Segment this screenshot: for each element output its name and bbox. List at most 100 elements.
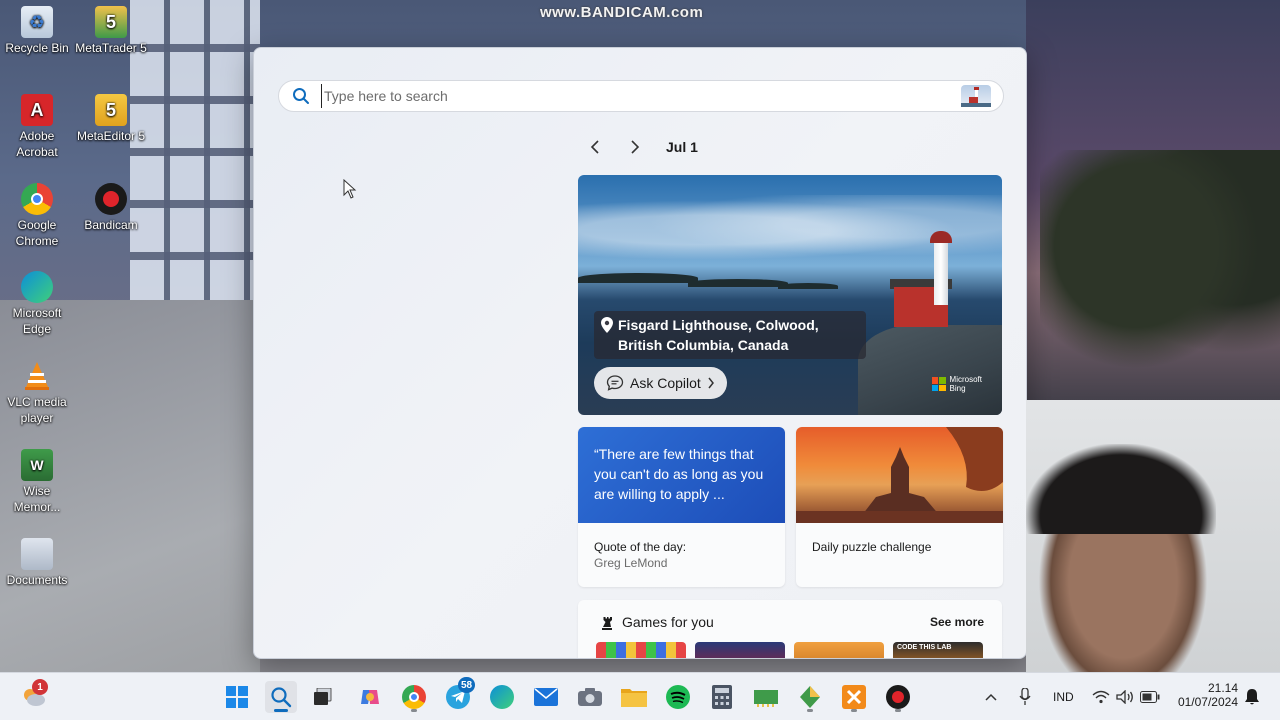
chrome-icon [21,183,53,215]
start-button[interactable] [221,681,253,713]
taskbar-camera[interactable] [574,681,606,713]
current-date: Jul 1 [666,139,698,155]
volume-icon [1116,690,1133,704]
running-indicator [895,709,901,712]
games-for-you-card: Games for you See more CODE THIS LAB [578,600,1002,658]
notifications-button[interactable] [1240,681,1264,713]
clock-time: 21.14 [1207,681,1238,695]
desktop-icon-documents[interactable]: Documents [0,538,74,588]
ask-copilot-label: Ask Copilot [630,375,701,391]
clock-date: 01/07/2024 [1177,695,1238,709]
hero-island [578,273,698,283]
taskbar-mail[interactable] [530,681,562,713]
search-highlight-lighthouse-icon[interactable] [961,85,991,107]
clock-button[interactable]: 21.14 01/07/2024 [1168,681,1238,709]
taskbar-calculator[interactable] [706,681,738,713]
desktop-icon-metaeditor[interactable]: 5 MetaEditor 5 [74,94,148,144]
running-indicator [411,709,417,712]
date-navigator: Jul 1 [584,136,698,158]
metaeditor-icon: 5 [95,94,127,126]
taskbar-chrome[interactable] [398,681,430,713]
desktop-icon-label: MetaEditor 5 [76,129,146,143]
show-hidden-icons-button[interactable] [978,681,1004,713]
chevron-left-icon [590,140,599,154]
chess-piece-icon [598,614,616,632]
telegram-badge: 58 [458,677,476,693]
games-title: Games for you [622,614,714,630]
desktop-icon-label: Microsoft Edge [12,306,62,336]
chevron-right-icon [631,140,640,154]
lighthouse-tower [934,241,948,305]
game-thumb-4-label: CODE THIS LAB [897,644,952,651]
desktop-icon-label: Documents [6,573,68,587]
location-line-1: Fisgard Lighthouse, Colwood, [618,317,819,333]
desktop-icon-label: Google Chrome [15,218,59,248]
task-view-button[interactable] [308,681,340,713]
taskbar-search-button[interactable] [265,681,297,713]
microphone-icon [1019,688,1031,705]
desktop-icon-microsoft-edge[interactable]: Microsoft Edge [0,271,74,337]
ask-copilot-button[interactable]: Ask Copilot [594,367,727,399]
vlc-cone-icon [21,360,53,392]
desktop-icon-adobe-acrobat[interactable]: A Adobe Acrobat [0,94,74,160]
copilot-button[interactable] [354,681,386,713]
taskbar-file-explorer[interactable] [618,681,650,713]
game-thumb-bubbles[interactable] [596,642,686,658]
quote-text: “There are few things that you can't do … [578,427,785,523]
microsoft-logo-icon [931,377,946,391]
quick-settings-button[interactable] [1088,681,1164,713]
search-input[interactable] [321,84,961,108]
chevron-right-icon [708,377,714,389]
puzzle-image [796,427,1003,523]
taskbar-telegram[interactable]: 58 [442,677,476,713]
taskbar-edge[interactable] [486,681,518,713]
microsoft-bing-logo: Microsoft Bing [931,375,982,393]
desktop-icon-google-chrome[interactable]: Google Chrome [0,183,74,249]
microphone-button[interactable] [1012,681,1038,713]
taskbar-memory-tool[interactable] [750,681,782,713]
hero-rocks [858,325,1002,415]
taskbar-bandicam[interactable] [882,681,914,713]
camera-icon [578,688,602,706]
bandicam-record-icon [886,685,910,709]
previous-day-button[interactable] [584,136,606,158]
taskbar-xampp[interactable] [838,681,870,713]
location-caption[interactable]: Fisgard Lighthouse, Colwood, British Col… [594,311,866,359]
chevron-up-icon [985,693,997,701]
daily-puzzle-card[interactable]: Daily puzzle challenge [796,427,1003,587]
language-indicator[interactable]: IND [1053,690,1074,704]
quote-of-the-day-card[interactable]: “There are few things that you can't do … [578,427,785,587]
lighthouse-lantern [930,231,952,243]
copilot-icon [361,690,379,704]
game-thumb-3[interactable] [794,642,884,658]
hero-island [688,279,788,287]
search-panel: Jul 1 Fisgard Lighthouse, Colwood, Briti… [253,47,1027,659]
search-box[interactable] [278,80,1004,112]
desktop-icon-label: Recycle Bin [5,41,69,55]
hero-image-card[interactable]: Fisgard Lighthouse, Colwood, British Col… [578,175,1002,415]
bandicam-icon [95,183,127,215]
desktop-icon-vlc[interactable]: VLC media player [0,360,74,426]
desktop-icon-metatrader[interactable]: 5 MetaTrader 5 [74,6,148,56]
desktop-icon-wise-memory[interactable]: W Wise Memor... [0,449,74,515]
recording-watermark: www.BANDICAM.com [540,4,704,21]
mail-icon [534,688,558,706]
taskbar-metatrader[interactable] [794,681,826,713]
game-thumb-code-this-lab[interactable]: CODE THIS LAB [893,642,983,658]
desktop-icon-recycle-bin[interactable]: ♻ Recycle Bin [0,6,74,56]
weather-widget-button[interactable]: 1 [18,679,50,713]
see-more-link[interactable]: See more [930,615,984,629]
desktop-icon-bandicam[interactable]: Bandicam [74,183,148,233]
taskbar-spotify[interactable] [662,681,694,713]
quote-label: Quote of the day: [594,540,687,554]
chrome-icon [402,685,426,709]
metatrader-icon: 5 [95,6,127,38]
puzzle-label: Daily puzzle challenge [812,540,932,554]
chat-bubble-icon [606,375,624,391]
wifi-icon [1092,690,1110,704]
xampp-icon [842,685,866,709]
game-thumb-2[interactable] [695,642,785,658]
next-day-button[interactable] [624,136,646,158]
battery-icon [1140,691,1160,703]
metatrader-icon [800,686,820,708]
